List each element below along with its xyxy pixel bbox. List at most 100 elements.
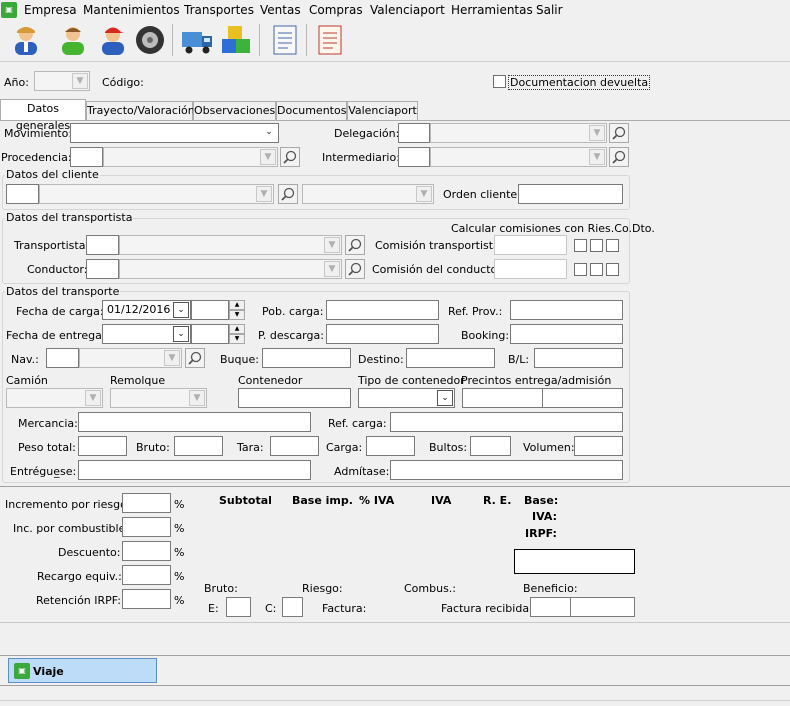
tire-icon[interactable] <box>133 23 167 57</box>
bl-input[interactable] <box>534 348 623 368</box>
recargo-input[interactable] <box>122 565 171 585</box>
precinto-admision-input[interactable] <box>542 388 623 408</box>
tab-datos-generales[interactable]: Datos generales <box>0 99 86 132</box>
factura-recibida-input-2[interactable] <box>570 597 635 617</box>
chevron-down-icon[interactable]: ▼ <box>324 237 340 253</box>
cliente-search-button[interactable] <box>278 184 298 204</box>
spin-up-icon[interactable]: ▲ <box>229 324 245 334</box>
tab-trayecto[interactable]: Trayecto/Valoración <box>86 101 195 120</box>
movimiento-select[interactable]: ⌄ <box>70 123 279 143</box>
menu-transportes[interactable]: Transportes <box>184 3 254 17</box>
factura-recibida-input-1[interactable] <box>530 597 571 617</box>
chevron-down-icon[interactable]: ▼ <box>189 390 205 406</box>
document-icon[interactable] <box>268 23 302 57</box>
volumen-input[interactable] <box>574 436 623 456</box>
nav-search-button[interactable] <box>185 348 205 368</box>
truck-icon[interactable] <box>180 23 214 57</box>
combustible-input[interactable] <box>122 517 171 537</box>
transportista-code-input[interactable] <box>86 235 119 255</box>
hora-carga-input[interactable] <box>191 300 229 320</box>
ref-prov-input[interactable] <box>510 300 623 320</box>
co-checkbox-transportista[interactable] <box>590 239 603 252</box>
descuento-input[interactable] <box>122 541 171 561</box>
user-green-icon[interactable] <box>56 23 90 57</box>
cliente-contact-select[interactable]: ▼ <box>302 184 434 204</box>
tab-valenciaport[interactable]: Valenciaport <box>347 101 418 120</box>
chevron-down-icon[interactable]: ▼ <box>256 186 272 202</box>
nav-code-input[interactable] <box>46 348 79 368</box>
report-icon[interactable] <box>313 23 347 57</box>
ref-carga-input[interactable] <box>390 412 623 432</box>
admitase-input[interactable] <box>390 460 623 480</box>
doc-devuelta-label[interactable]: Documentacion devuelta <box>508 75 651 90</box>
chevron-down-icon[interactable]: ⌄ <box>261 125 277 141</box>
carga-input[interactable] <box>366 436 415 456</box>
chevron-down-icon[interactable]: ▼ <box>324 261 340 277</box>
menu-compras[interactable]: Compras <box>309 3 363 17</box>
transportista-search-button[interactable] <box>345 235 365 255</box>
hora-entrega-input[interactable] <box>191 324 229 344</box>
conductor-search-button[interactable] <box>345 259 365 279</box>
window-tab-viaje[interactable]: ▣ Viaje <box>8 658 157 683</box>
delegacion-code-input[interactable] <box>398 123 430 143</box>
chevron-down-icon[interactable]: ▼ <box>589 149 605 165</box>
spin-down-icon[interactable]: ▼ <box>229 310 245 320</box>
transportista-select[interactable]: ▼ <box>119 235 342 255</box>
comision-transportista-input[interactable] <box>494 235 567 255</box>
retencion-input[interactable] <box>122 589 171 609</box>
ano-select[interactable]: ▼ <box>34 71 90 91</box>
incremento-input[interactable] <box>122 493 171 513</box>
delegacion-select[interactable]: ▼ <box>430 123 607 143</box>
bruto-input[interactable] <box>174 436 223 456</box>
chevron-down-icon[interactable]: ⌄ <box>173 326 189 342</box>
menu-mantenimientos[interactable]: Mantenimientos <box>83 3 180 17</box>
p-descarga-input[interactable] <box>326 324 439 344</box>
dto-checkbox-transportista[interactable] <box>606 239 619 252</box>
orden-cliente-input[interactable] <box>518 184 623 204</box>
ries-checkbox-conductor[interactable] <box>574 263 587 276</box>
spin-down-icon[interactable]: ▼ <box>229 334 245 344</box>
tara-input[interactable] <box>270 436 319 456</box>
hora-carga-spinner[interactable]: ▲ ▼ <box>229 300 245 320</box>
e-input[interactable] <box>226 597 251 617</box>
chevron-down-icon[interactable]: ▼ <box>85 390 101 406</box>
intermediario-search-button[interactable] <box>609 147 629 167</box>
precinto-entrega-input[interactable] <box>462 388 543 408</box>
destino-input[interactable] <box>406 348 495 368</box>
spin-up-icon[interactable]: ▲ <box>229 300 245 310</box>
fecha-entrega-select[interactable]: ⌄ <box>102 324 191 344</box>
procedencia-search-button[interactable] <box>280 147 300 167</box>
intermediario-code-input[interactable] <box>398 147 430 167</box>
peso-total-input[interactable] <box>78 436 127 456</box>
pob-carga-input[interactable] <box>326 300 439 320</box>
bultos-input[interactable] <box>470 436 511 456</box>
menu-herramientas[interactable]: Herramientas <box>451 3 533 17</box>
conductor-select[interactable]: ▼ <box>119 259 342 279</box>
tab-documentos[interactable]: Documentos <box>276 101 347 120</box>
remolque-select[interactable]: ▼ <box>110 388 207 408</box>
chevron-down-icon[interactable]: ▼ <box>72 73 88 89</box>
boxes-icon[interactable] <box>219 23 253 57</box>
tab-observaciones[interactable]: Observaciones <box>193 101 276 120</box>
chevron-down-icon[interactable]: ⌄ <box>437 390 453 406</box>
c-input[interactable] <box>282 597 303 617</box>
cliente-code-input[interactable] <box>6 184 39 204</box>
tipo-contenedor-select[interactable]: ⌄ <box>358 388 455 408</box>
menu-ventas[interactable]: Ventas <box>260 3 301 17</box>
user-blue-icon[interactable] <box>9 23 43 57</box>
doc-devuelta-checkbox[interactable] <box>493 75 506 88</box>
procedencia-code-input[interactable] <box>70 147 103 167</box>
nav-select[interactable]: ▼ <box>79 348 182 368</box>
fecha-carga-select[interactable]: 01/12/2016 ⌄ <box>102 300 191 320</box>
dto-checkbox-conductor[interactable] <box>606 263 619 276</box>
menu-valenciaport[interactable]: Valenciaport <box>370 3 445 17</box>
menu-empresa[interactable]: Empresa <box>24 3 77 17</box>
delegacion-search-button[interactable] <box>609 123 629 143</box>
entreguese-input[interactable] <box>78 460 311 480</box>
hora-entrega-spinner[interactable]: ▲ ▼ <box>229 324 245 344</box>
menu-salir[interactable]: Salir <box>536 3 563 17</box>
app-icon[interactable]: ▣ <box>1 2 17 18</box>
booking-input[interactable] <box>510 324 623 344</box>
chevron-down-icon[interactable]: ▼ <box>164 350 180 366</box>
comision-conductor-input[interactable] <box>494 259 567 279</box>
